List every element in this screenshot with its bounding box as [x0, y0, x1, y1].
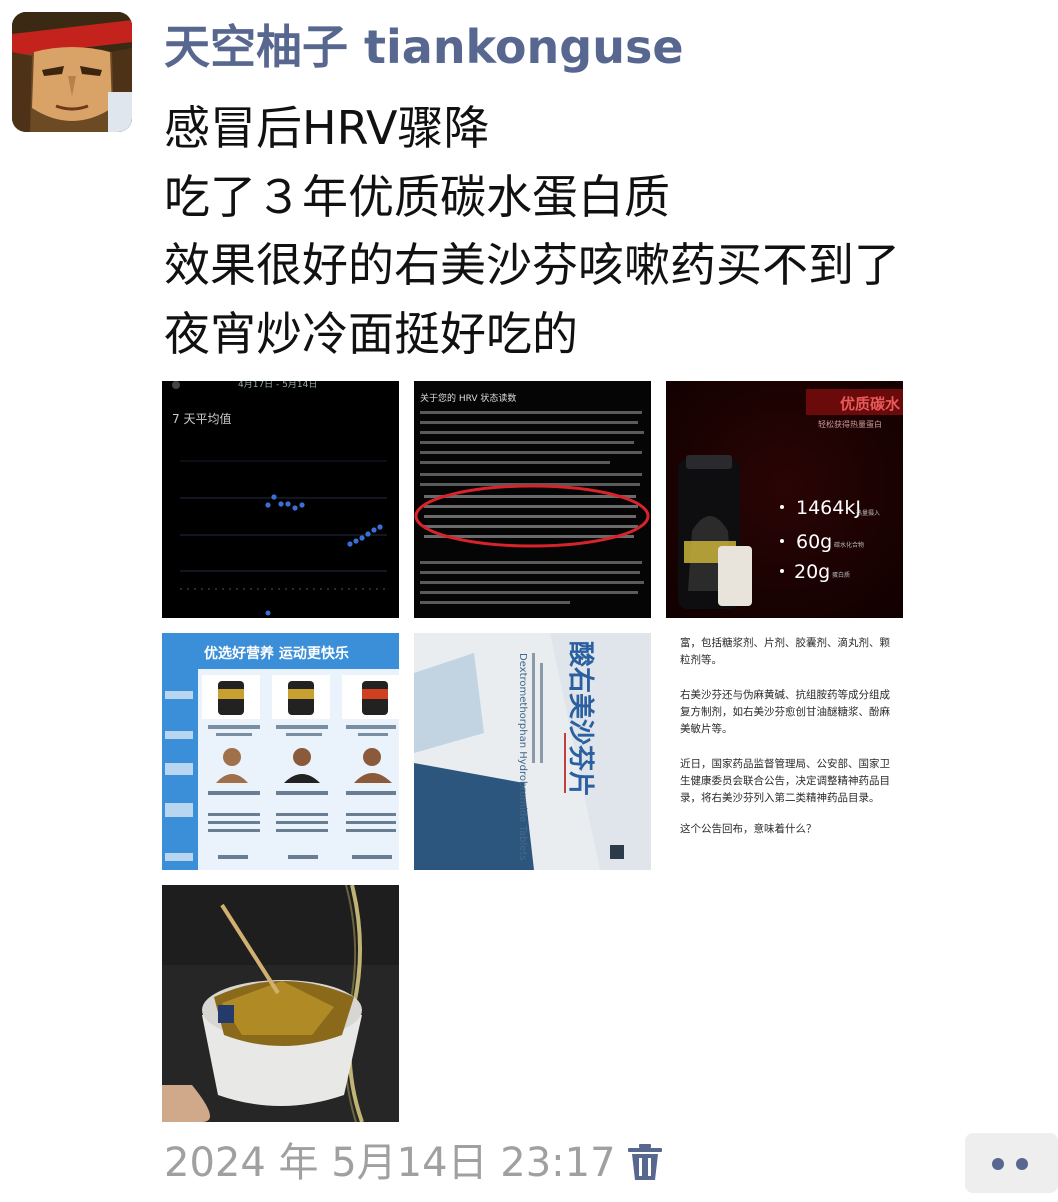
post-line: 吃了３年优质碳水蛋白质 [164, 169, 670, 224]
medicine-english: Dextromethorphan Hydrobromide Tablets [517, 653, 528, 861]
news-paragraph: 右美沙芬还与伪麻黄碱、抗组胺药等成分组成复方制剂，如右美沙芬愈创甘油醚糖浆、酚麻… [680, 689, 890, 735]
chart-date-range: 4月17日 - 5月14日 [238, 381, 317, 390]
chart-title: 7 天平均值 [172, 411, 231, 426]
ad-headline: 优质碳水 [840, 395, 901, 413]
ad-carbs-unit: 碳水化合物 [834, 541, 864, 549]
image-hrv-article[interactable]: 关于您的 HRV 状态读数 [414, 381, 651, 618]
image-medicine-box[interactable]: 酸右美沙芬片 Dextromethorphan Hydrobromide Tab… [414, 633, 651, 870]
ad-carbs: 60g [796, 531, 832, 553]
post-line: 感冒后HRV骤降 [164, 101, 490, 155]
image-protein-ad[interactable]: 优质碳水 轻松获得热量蛋白 1464kJ 热量摄入 60g 碳水化合物 20g … [666, 381, 903, 618]
post-line: 效果很好的右美沙芬咳嗽药买不到了 [164, 238, 900, 292]
ad-energy: 1464kJ [796, 497, 861, 519]
banner-title: 优选好营养 运动更快乐 [204, 645, 349, 662]
avatar[interactable] [12, 12, 132, 132]
image-news-text[interactable]: 富，包括糖浆剂、片剂、胶囊剂、滴丸剂、颗粒剂等。 右美沙芬还与伪麻黄碱、抗组胺药… [666, 633, 903, 870]
ad-protein: 20g [794, 561, 830, 583]
ad-subline: 轻松获得热量蛋白 [818, 419, 882, 429]
image-nutrition-banner[interactable]: 优选好营养 运动更快乐 [162, 633, 399, 870]
news-paragraph: 富，包括糖浆剂、片剂、胶囊剂、滴丸剂、颗粒剂等。 [680, 637, 890, 666]
post-text: 感冒后HRV骤降 吃了３年优质碳水蛋白质 效果很好的右美沙芬咳嗽药买不到了 夜宵… [164, 94, 900, 368]
post-line: 夜宵炒冷面挺好吃的 [164, 306, 578, 361]
image-late-night-snack[interactable] [162, 885, 399, 1122]
ad-energy-unit: 热量摄入 [856, 509, 880, 517]
more-dots-icon[interactable] [965, 1133, 1058, 1193]
news-paragraph: 这个公告回布，意味着什么？ [680, 823, 817, 835]
author-name[interactable]: 天空柚子 tiankonguse [164, 18, 684, 76]
article-title: 关于您的 HRV 状态读数 [420, 392, 516, 404]
news-paragraph: 近日，国家药品监督管理局、公安部、国家卫生健康委员会联合公告，决定调整精神药品目… [680, 758, 890, 804]
medicine-name: 酸右美沙芬片 [565, 641, 596, 797]
post-timestamp: 2024 年 5月14日 23:17 [164, 1140, 616, 1186]
trash-icon[interactable] [626, 1142, 664, 1182]
ad-protein-unit: 蛋白质 [832, 571, 850, 579]
image-hrv-chart[interactable]: 4月17日 - 5月14日 7 天平均值 [162, 381, 399, 618]
